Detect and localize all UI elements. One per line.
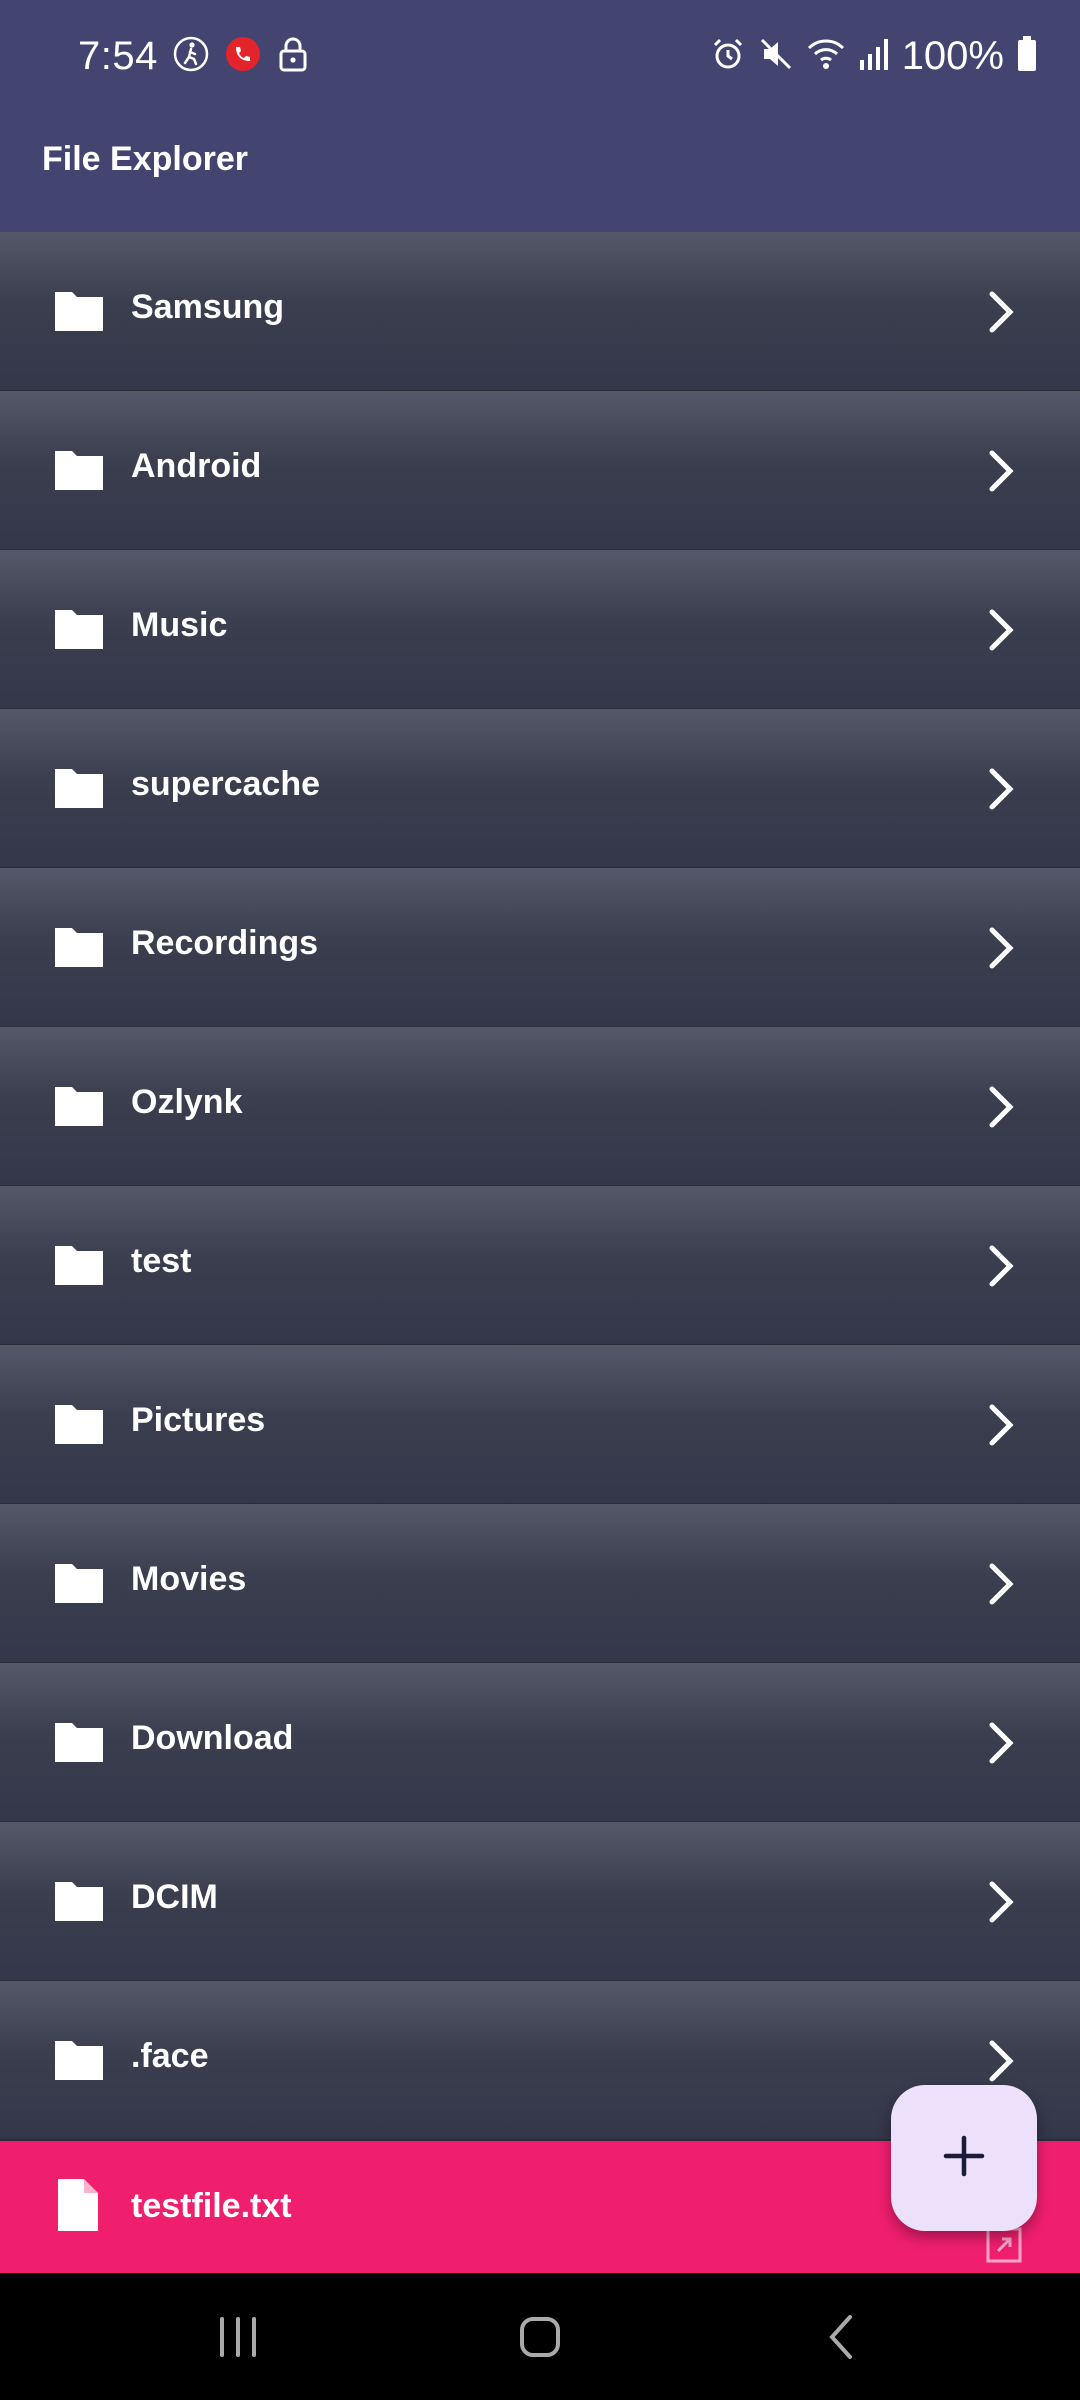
folder-row-supercache[interactable]: supercache (0, 709, 1080, 868)
add-fab-button[interactable] (891, 2085, 1037, 2231)
folder-row-test[interactable]: test (0, 1186, 1080, 1345)
folder-label: Music (131, 606, 228, 644)
status-time: 7:54 (78, 33, 158, 78)
mute-icon (758, 36, 794, 77)
folder-label: DCIM (131, 1878, 218, 1916)
folder-label: test (131, 1242, 192, 1280)
chevron-right-icon (976, 288, 1024, 336)
folder-icon (52, 920, 106, 974)
file-icon (56, 2177, 100, 2233)
chevron-right-icon (976, 1401, 1024, 1449)
folder-row-recordings[interactable]: Recordings (0, 868, 1080, 1027)
chevron-right-icon (976, 2037, 1024, 2085)
page-title: File Explorer (42, 140, 248, 178)
battery-icon (1016, 35, 1038, 78)
folder-icon (52, 1715, 106, 1769)
folder-label: .face (131, 2037, 209, 2075)
folder-row-dcim[interactable]: DCIM (0, 1822, 1080, 1981)
folder-icon (52, 1079, 106, 1133)
folder-row-music[interactable]: Music (0, 550, 1080, 709)
folder-label: Android (131, 447, 262, 485)
folder-row-samsung[interactable]: Samsung (0, 232, 1080, 391)
back-icon[interactable] (812, 2307, 872, 2367)
screen: 7:54 100% File Explorer Samsung Android … (0, 0, 1080, 2400)
folder-label: Movies (131, 1560, 247, 1598)
folder-row-download[interactable]: Download (0, 1663, 1080, 1822)
folder-row-ozlynk[interactable]: Ozlynk (0, 1027, 1080, 1186)
chevron-right-icon (976, 1878, 1024, 1926)
battery-percent: 100% (901, 33, 1004, 78)
call-icon (224, 35, 262, 78)
folder-label: Pictures (131, 1401, 266, 1439)
folder-label: supercache (131, 765, 320, 803)
alarm-icon (710, 36, 746, 77)
folder-icon (52, 1397, 106, 1451)
folder-label: Recordings (131, 924, 319, 962)
recent-apps-icon[interactable] (208, 2307, 268, 2367)
wifi-icon (806, 36, 846, 77)
app-bar: File Explorer (0, 112, 1080, 232)
folder-list: Samsung Android Music supercache Recordi… (0, 232, 1080, 2140)
chevron-right-icon (976, 1719, 1024, 1767)
folder-label: Samsung (131, 288, 285, 326)
open-file-icon (984, 2225, 1024, 2265)
home-icon[interactable] (510, 2307, 570, 2367)
folder-icon (52, 1238, 106, 1292)
status-left: 7:54 (78, 30, 310, 82)
folder-row-pictures[interactable]: Pictures (0, 1345, 1080, 1504)
folder-icon (52, 2033, 106, 2087)
chevron-right-icon (976, 447, 1024, 495)
chevron-right-icon (976, 765, 1024, 813)
folder-icon (52, 602, 106, 656)
folder-row-movies[interactable]: Movies (0, 1504, 1080, 1663)
system-nav-bar (0, 2273, 1080, 2400)
folder-label: Ozlynk (131, 1083, 243, 1121)
folder-label: Download (131, 1719, 294, 1757)
chevron-right-icon (976, 1083, 1024, 1131)
signal-icon (858, 36, 890, 77)
lock-icon (276, 35, 310, 78)
status-bar: 7:54 100% (0, 0, 1080, 112)
plus-icon (942, 2134, 986, 2183)
folder-icon (52, 761, 106, 815)
status-right: 100% (710, 30, 1038, 82)
folder-icon (52, 443, 106, 497)
file-label: testfile.txt (131, 2187, 292, 2225)
folder-icon (52, 1556, 106, 1610)
chevron-right-icon (976, 1242, 1024, 1290)
accessibility-icon (172, 35, 210, 78)
chevron-right-icon (976, 606, 1024, 654)
folder-row-android[interactable]: Android (0, 391, 1080, 550)
chevron-right-icon (976, 924, 1024, 972)
folder-icon (52, 284, 106, 338)
chevron-right-icon (976, 1560, 1024, 1608)
folder-icon (52, 1874, 106, 1928)
